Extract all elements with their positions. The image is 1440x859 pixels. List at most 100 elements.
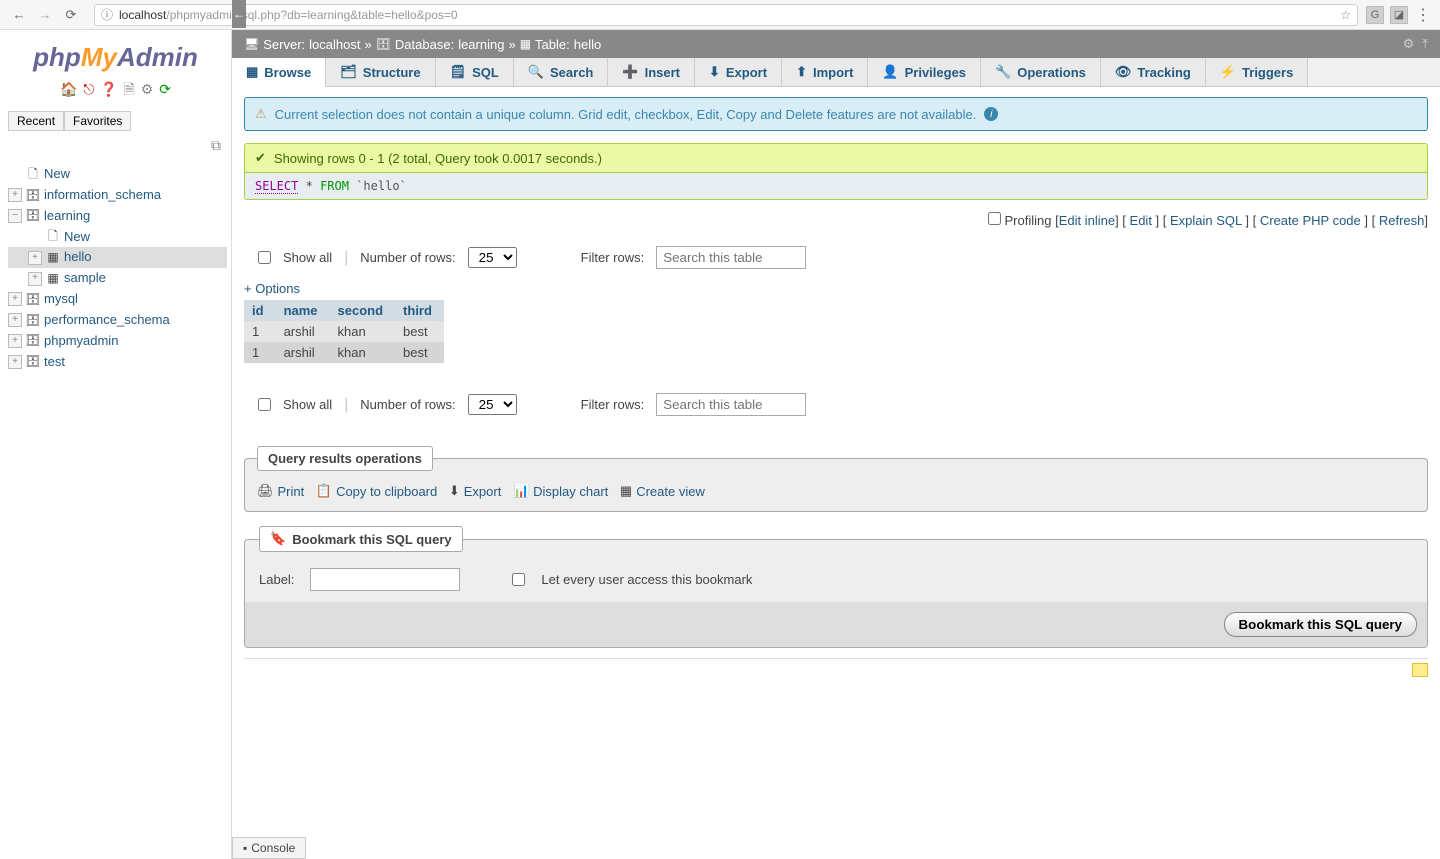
explain-sql-link[interactable]: Explain SQL [1170, 213, 1242, 228]
expand-icon[interactable]: + [28, 251, 42, 265]
reload-button[interactable]: ⟳ [60, 4, 82, 26]
num-rows-select-top[interactable]: 25 [468, 247, 517, 268]
address-bar[interactable]: ⓘ localhost/phpmyadmin/sql.php?db=learni… [94, 4, 1358, 26]
tree-db-test[interactable]: +🗄test [8, 352, 227, 373]
profiling-label[interactable]: Profiling [1005, 213, 1052, 228]
table-icon: ▦ [45, 249, 61, 266]
bookmark-submit-button[interactable]: Bookmark this SQL query [1224, 612, 1417, 637]
table-row: 1 arshil khan best [244, 342, 444, 363]
filter-rows-input-top[interactable] [656, 246, 806, 269]
expand-icon[interactable]: + [8, 188, 22, 202]
star-icon[interactable]: ☆ [1340, 8, 1351, 22]
tab-structure[interactable]: 🗂Structure [326, 58, 435, 86]
col-name[interactable]: name [276, 300, 330, 321]
num-rows-select-bottom[interactable]: 25 [468, 394, 517, 415]
expand-icon[interactable]: + [8, 334, 22, 348]
database-icon: 🗄 [376, 37, 391, 51]
tree-db-mysql[interactable]: +🗄mysql [8, 289, 227, 310]
tree-db-phpmyadmin[interactable]: +🗄phpmyadmin [8, 331, 227, 352]
tab-export[interactable]: ⬇Export [695, 58, 782, 86]
sql-query-box: SELECT * FROM `hello` [244, 173, 1428, 200]
expand-icon[interactable]: + [8, 313, 22, 327]
show-all-checkbox-bottom[interactable] [258, 398, 271, 411]
sql-icon[interactable]: 🗎 [124, 81, 135, 97]
collapse-link-icon[interactable]: ⧉ [0, 133, 231, 158]
expand-icon[interactable]: + [28, 272, 42, 286]
sidebar-collapse-handle[interactable]: ← [232, 0, 246, 28]
docs-icon[interactable]: ❓ [100, 81, 117, 97]
ops-legend: Query results operations [257, 446, 433, 471]
crumb-server[interactable]: localhost [309, 37, 360, 52]
display-chart-link[interactable]: Display chart [533, 484, 608, 499]
info-icon[interactable]: i [984, 107, 998, 121]
create-view-link[interactable]: Create view [636, 484, 705, 499]
db-tree: 🗋New +🗄information_schema −🗄learning 🗋Ne… [0, 158, 231, 376]
export-link[interactable]: Export [464, 484, 502, 499]
col-second[interactable]: second [330, 300, 396, 321]
structure-icon: 🗂 [340, 64, 357, 80]
tree-learning-new[interactable]: 🗋New [8, 227, 227, 248]
menu-icon[interactable]: ⋮ [1414, 6, 1432, 24]
profiling-checkbox[interactable] [988, 212, 1001, 225]
tab-search[interactable]: 🔍Search [514, 58, 609, 86]
extension-g-icon[interactable]: G [1366, 6, 1384, 24]
col-third[interactable]: third [395, 300, 444, 321]
db-icon: 🗄 [25, 332, 41, 349]
copy-clipboard-link[interactable]: Copy to clipboard [336, 484, 437, 499]
bookmark-label-input[interactable] [310, 568, 460, 591]
tab-tracking[interactable]: 👁Tracking [1101, 58, 1206, 86]
tab-privileges[interactable]: 👤Privileges [868, 58, 981, 86]
tree-db-information-schema[interactable]: +🗄information_schema [8, 185, 227, 206]
favorites-button[interactable]: Favorites [64, 111, 131, 131]
col-id[interactable]: id [244, 300, 276, 321]
tab-import[interactable]: ⬆Import [782, 58, 868, 86]
expand-icon[interactable]: + [8, 355, 22, 369]
page-settings-gear-icon[interactable]: ⚙ [1403, 36, 1415, 52]
extension-box-icon[interactable]: ◪ [1390, 6, 1408, 24]
crumb-table[interactable]: hello [574, 37, 601, 52]
logout-icon[interactable]: ⎋ [83, 81, 94, 97]
back-button[interactable]: ← [8, 4, 30, 26]
tree-db-learning[interactable]: −🗄learning [8, 206, 227, 227]
crumb-database[interactable]: learning [458, 37, 504, 52]
tab-operations[interactable]: 🔧Operations [981, 58, 1101, 86]
tab-triggers[interactable]: ⚡Triggers [1206, 58, 1308, 86]
bookmark-fieldset: 🔖Bookmark this SQL query Label: Let ever… [244, 526, 1428, 606]
show-all-checkbox-top[interactable] [258, 251, 271, 264]
notice-text: Current selection does not contain a uni… [275, 107, 977, 122]
tab-browse[interactable]: ▦Browse [232, 58, 326, 87]
edit-inline-link[interactable]: Edit inline [1059, 213, 1115, 228]
bookmark-share-label[interactable]: Let every user access this bookmark [541, 572, 752, 587]
tree-new[interactable]: 🗋New [8, 164, 227, 185]
forward-button[interactable]: → [34, 4, 56, 26]
sidebar: phpMyAdmin 🏠 ⎋ ❓ 🗎 ⚙ ⟳ Recent Favorites … [0, 30, 232, 859]
settings-gear-icon[interactable]: ⚙ [141, 81, 154, 97]
new-table-icon: 🗋 [45, 228, 61, 245]
tree-table-hello[interactable]: +▦hello [8, 247, 227, 268]
print-link[interactable]: Print [278, 484, 305, 499]
options-toggle[interactable]: + Options [244, 279, 300, 300]
db-icon: 🗄 [25, 207, 41, 224]
tab-sql[interactable]: 🗒SQL [436, 58, 514, 86]
collapse-icon[interactable]: − [8, 209, 22, 223]
tree-table-sample[interactable]: +▦sample [8, 268, 227, 289]
bookmark-icon: 🔖 [270, 531, 286, 547]
sticky-note-icon[interactable] [1412, 663, 1428, 677]
logo[interactable]: phpMyAdmin [0, 30, 231, 77]
tree-db-performance-schema[interactable]: +🗄performance_schema [8, 310, 227, 331]
reload-tree-icon[interactable]: ⟳ [159, 81, 171, 97]
create-php-link[interactable]: Create PHP code [1260, 213, 1361, 228]
expand-icon[interactable]: + [8, 292, 22, 306]
console-toggle[interactable]: ▪ Console [232, 837, 306, 859]
show-all-label[interactable]: Show all [283, 250, 332, 265]
view-icon: ▦ [620, 483, 632, 499]
home-icon[interactable]: 🏠 [60, 81, 77, 97]
recent-button[interactable]: Recent [8, 111, 64, 131]
sql-actions: Profiling [Edit inline] [ Edit ] [ Expla… [244, 208, 1428, 236]
edit-link[interactable]: Edit [1130, 213, 1152, 228]
filter-rows-input-bottom[interactable] [656, 393, 806, 416]
bookmark-share-checkbox[interactable] [512, 573, 525, 586]
page-up-icon[interactable]: ⤒ [1422, 36, 1428, 52]
refresh-link[interactable]: Refresh [1379, 213, 1425, 228]
tab-insert[interactable]: ➕Insert [608, 58, 695, 86]
